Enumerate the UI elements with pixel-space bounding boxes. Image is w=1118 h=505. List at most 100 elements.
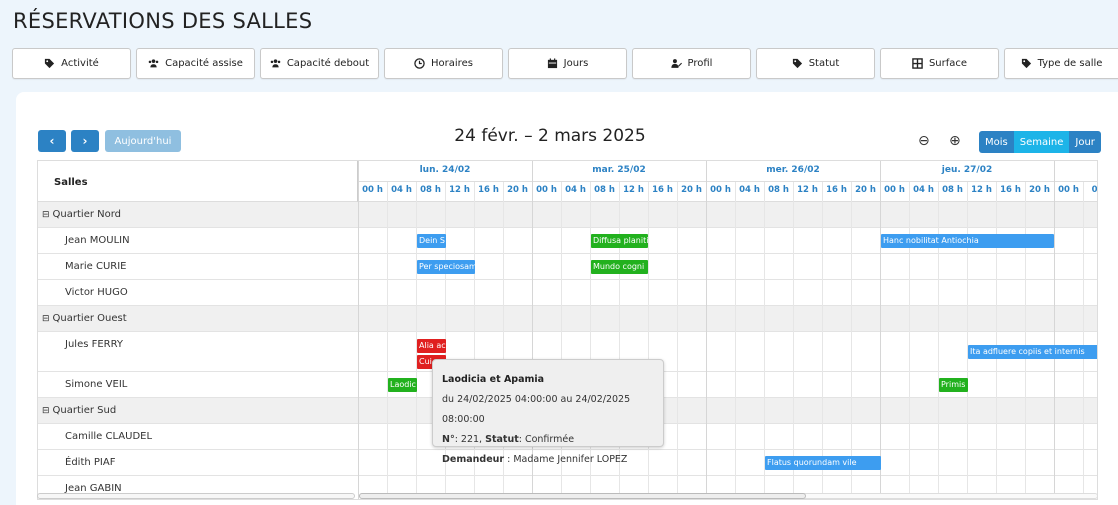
prev-button[interactable]: ‹ [38, 130, 66, 152]
hour-header: 00 h [362, 185, 383, 195]
reservation-event[interactable]: Diffusa planiti [591, 234, 648, 248]
time-header: lun. 24/02 mar. 25/02 mer. 26/02 jeu. 27/02… [358, 161, 1097, 202]
tag-icon [45, 58, 55, 69]
room-label: Jules FERRY [65, 339, 124, 350]
hour-header: 04 h [565, 185, 586, 195]
filter-label: Capacité assise [165, 58, 243, 69]
filter-button-type-de-salle[interactable]: Type de salle [1004, 48, 1118, 79]
room-label: Camille CLAUDEL [65, 431, 153, 442]
hour-header: 04 h [391, 185, 412, 195]
reservation-event[interactable]: Flatus quorundam vile [765, 456, 881, 470]
page-title: RÉSERVATIONS DES SALLES [13, 9, 313, 33]
tooltip-number-label: N° [442, 434, 455, 445]
resource-header-label: Salles [54, 177, 88, 188]
resource-scrollbar[interactable] [37, 493, 355, 499]
hour-header: 04 h [739, 185, 760, 195]
users-icon [148, 59, 159, 68]
room-label: Jean MOULIN [65, 235, 130, 246]
collapse-icon[interactable]: ⊟ [42, 210, 50, 220]
tooltip-number-status: N°: 221, Statut: Confirmée [442, 430, 663, 450]
hour-header: 00 h [710, 185, 731, 195]
hour-header: 00 h [884, 185, 905, 195]
reservation-event[interactable]: Laodic [388, 378, 417, 392]
filter-button-jours[interactable]: Jours [508, 48, 627, 79]
group-label: Quartier Ouest [52, 313, 127, 324]
filter-label: Statut [808, 58, 840, 69]
view-day-button[interactable]: Jour [1069, 131, 1101, 153]
reservation-event[interactable]: Ita adfluere copiis et internis [968, 345, 1097, 359]
hour-header: 12 h [449, 185, 470, 195]
filter-button-surface[interactable]: Surface [880, 48, 999, 79]
hour-header: 20 h [507, 185, 528, 195]
room-label: Simone VEIL [65, 379, 128, 390]
tooltip-dates: du 24/02/2025 04:00:00 au 24/02/2025 08:… [442, 394, 631, 425]
hour-header: 08 h [768, 185, 789, 195]
group-label: Quartier Sud [52, 405, 117, 416]
reservation-event[interactable]: Alia ac [417, 339, 446, 353]
next-button[interactable]: › [71, 130, 99, 152]
filter-button-statut[interactable]: Statut [756, 48, 875, 79]
filter-button-capacite-debout[interactable]: Capacité debout [260, 48, 379, 79]
filter-label: Horaires [431, 58, 473, 69]
reservation-event[interactable]: Mundo cogni [591, 260, 648, 274]
hour-header: 08 h [942, 185, 963, 195]
tooltip-requester-value: : Madame Jennifer LOPEZ [504, 454, 628, 465]
reservation-event[interactable]: Primis [939, 378, 968, 392]
view-week-button[interactable]: Semaine [1013, 131, 1070, 153]
today-button[interactable]: Aujourd'hui [105, 130, 181, 152]
tooltip-requester-label: Demandeur [442, 454, 505, 465]
timeline-scrollbar-thumb[interactable] [359, 493, 806, 499]
zoom-in-icon[interactable]: ⊕ [949, 133, 961, 149]
filter-label: Type de salle [1037, 58, 1103, 69]
filter-label: Surface [928, 58, 968, 69]
tooltip-status-value: : Confirmée [518, 434, 575, 445]
room-label: Marie CURIE [65, 261, 127, 272]
hour-header: 08 h [420, 185, 441, 195]
room-row: Marie CURIE [38, 254, 1097, 280]
room-label: Victor HUGO [65, 287, 128, 298]
day-header: mer. 26/02 [766, 165, 820, 175]
reservation-event[interactable]: Dein S [417, 234, 446, 248]
filter-label: Jours [563, 58, 589, 69]
hour-header: 16 h [1000, 185, 1021, 195]
grid-icon [912, 58, 923, 69]
tooltip-status-label: Statut [485, 434, 519, 445]
user-edit-icon [670, 59, 682, 68]
filter-label: Activité [61, 58, 99, 69]
hour-header: 08 h [594, 185, 615, 195]
room-row: Victor HUGO [38, 280, 1097, 306]
hour-header: 00 h [1058, 185, 1079, 195]
calendar-icon [547, 58, 557, 69]
filter-button-capacite-assise[interactable]: Capacité assise [136, 48, 255, 79]
day-header: lun. 24/02 [419, 165, 471, 175]
filter-button-activite[interactable]: Activité [12, 48, 131, 79]
view-month-button[interactable]: Mois [979, 131, 1014, 153]
event-tooltip: Laodicia et Apamia du 24/02/2025 04:00:0… [432, 359, 664, 465]
hour-header: 20 h [855, 185, 876, 195]
hour-header: 00 h [536, 185, 557, 195]
zoom-out-icon[interactable]: ⊖ [918, 133, 930, 149]
hour-header: 16 h [478, 185, 499, 195]
filter-button-profil[interactable]: Profil [632, 48, 751, 79]
group-label: Quartier Nord [52, 209, 122, 220]
resource-header: Salles [38, 161, 358, 202]
reservation-event[interactable]: Per speciosam [417, 260, 475, 274]
filter-bar: Activité Capacité assise Capacité debout… [12, 48, 1118, 79]
day-header: mar. 25/02 [592, 165, 646, 175]
reservation-event[interactable]: Hanc nobilitat Antiochia [881, 234, 1054, 248]
tag-icon [792, 58, 802, 69]
hour-header: 12 h [797, 185, 818, 195]
tag-icon [1021, 58, 1031, 69]
collapse-icon[interactable]: ⊟ [42, 406, 50, 416]
room-label: Édith PIAF [65, 457, 116, 468]
date-range-title: 24 févr. – 2 mars 2025 [454, 126, 646, 146]
filter-label: Capacité debout [286, 58, 370, 69]
day-header: jeu. 27/02 [941, 165, 993, 175]
collapse-icon[interactable]: ⊟ [42, 314, 50, 324]
filter-button-horaires[interactable]: Horaires [384, 48, 503, 79]
hour-header: 20 h [681, 185, 702, 195]
group-row: ⊟ Quartier Nord [38, 202, 1097, 228]
hour-header: 12 h [971, 185, 992, 195]
hour-header: 20 h [1029, 185, 1050, 195]
tooltip-number-value: : 221, [454, 434, 483, 445]
